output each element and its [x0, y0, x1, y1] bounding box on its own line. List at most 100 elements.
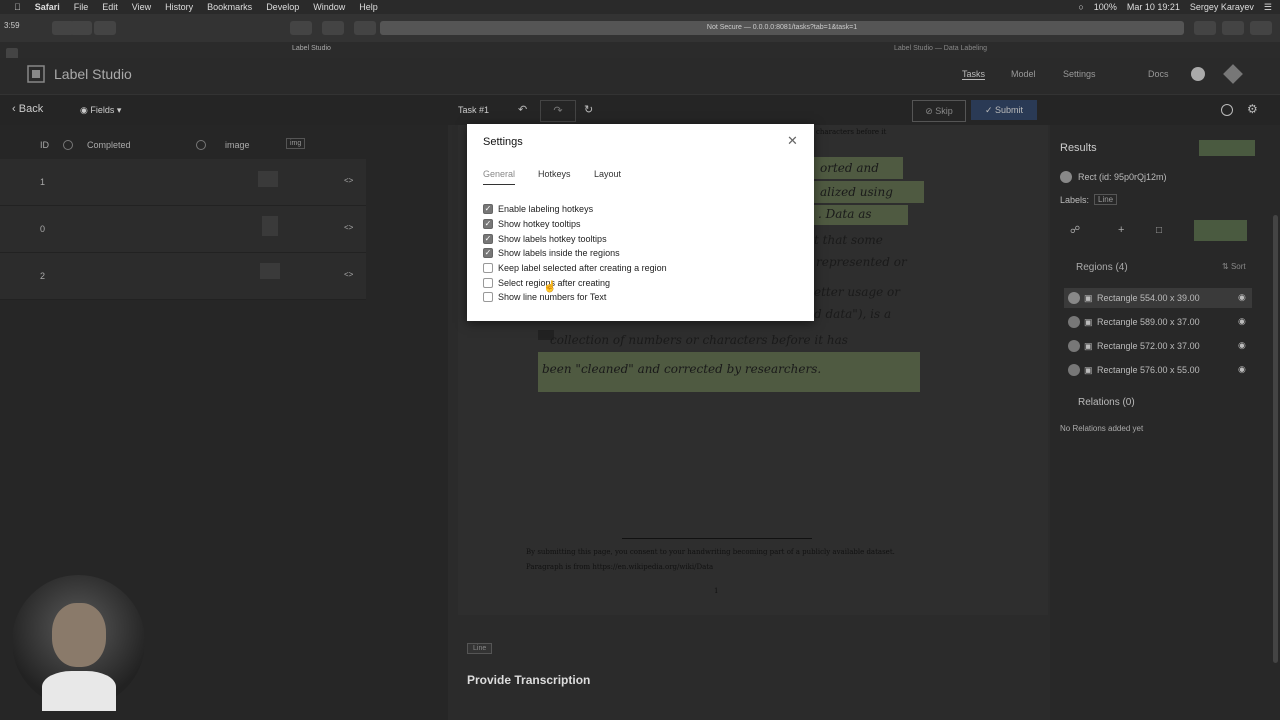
back-label: Back [18, 103, 44, 115]
nav-settings[interactable]: Settings [1063, 69, 1096, 79]
browser-tab-1[interactable]: Label Studio [292, 45, 331, 52]
gear-icon[interactable]: ⚙ [1247, 102, 1258, 116]
link-icon[interactable]: ☍ [1070, 225, 1080, 236]
battery-level[interactable]: 100% [1094, 2, 1117, 12]
option-label: Show hotkey tooltips [498, 219, 581, 229]
sort-button[interactable]: ⇅ Sort [1222, 262, 1246, 271]
eye-icon[interactable]: ◉ [1238, 364, 1246, 375]
label-tag[interactable]: Line [467, 643, 493, 654]
nav-docs[interactable]: Docs [1148, 69, 1169, 79]
delete-region-button[interactable] [1194, 220, 1247, 241]
redo-icon[interactable]: ↷ [540, 100, 576, 122]
download-button[interactable] [1194, 21, 1216, 35]
privacy-shield-button[interactable] [354, 21, 376, 35]
image-thumbnail [258, 171, 278, 187]
menu-edit[interactable]: Edit [102, 2, 118, 12]
tabs-button[interactable] [1250, 21, 1272, 35]
option-hotkey-tooltips[interactable]: ✓ Show hotkey tooltips [483, 219, 581, 229]
labels-label: Labels: [1060, 195, 1090, 205]
github-icon[interactable] [1191, 67, 1205, 81]
checkbox-checked[interactable]: ✓ [483, 219, 493, 229]
extension-button-2[interactable] [322, 21, 344, 35]
reset-icon[interactable]: ↻ [584, 103, 593, 116]
info-icon[interactable] [196, 140, 206, 150]
menu-app[interactable]: Safari [35, 2, 60, 12]
table-row[interactable]: 0 <> [0, 206, 366, 253]
sidebar-toggle-button[interactable] [94, 21, 116, 35]
checkbox-checked[interactable]: ✓ [483, 248, 493, 258]
region-item[interactable]: ▣ Rectangle 572.00 x 37.00 ◉ [1064, 336, 1252, 356]
scrollbar[interactable] [1273, 215, 1278, 663]
forward-nav-button[interactable] [70, 21, 92, 35]
menu-window[interactable]: Window [313, 2, 345, 12]
eye-icon[interactable]: ◉ [1238, 316, 1246, 327]
task-id: Task #1 [458, 105, 490, 115]
submit-button[interactable]: ✓ Submit [971, 100, 1037, 120]
close-icon[interactable]: ✕ [787, 133, 798, 149]
col-image[interactable]: image [225, 140, 250, 150]
menu-view[interactable]: View [132, 2, 151, 12]
menu-file[interactable]: File [74, 2, 89, 12]
checkbox-unchecked[interactable] [483, 263, 493, 273]
checkbox-checked[interactable]: ✓ [483, 204, 493, 214]
option-keep-label-selected[interactable]: Keep label selected after creating a reg… [483, 263, 667, 273]
apple-icon[interactable]:  [14, 2, 21, 12]
handwriting-line: . Data as [818, 207, 872, 221]
region-item[interactable]: ▣ Rectangle 554.00 x 39.00 ◉ [1064, 288, 1252, 308]
menu-bookmarks[interactable]: Bookmarks [207, 2, 252, 12]
handwriting-line: collection of numbers or characters befo… [550, 333, 848, 347]
menu-help[interactable]: Help [359, 2, 378, 12]
relations-title[interactable]: Relations (0) [1078, 397, 1135, 408]
wifi-icon[interactable]: ○ [1078, 2, 1083, 12]
region-item[interactable]: ▣ Rectangle 589.00 x 37.00 ◉ [1064, 312, 1252, 332]
col-completed[interactable]: Completed [87, 140, 131, 150]
option-enable-hotkeys[interactable]: ✓ Enable labeling hotkeys [483, 204, 593, 214]
extension-button[interactable] [290, 21, 312, 35]
expand-icon[interactable]: <> [344, 223, 353, 232]
clock[interactable]: Mar 10 19:21 [1127, 2, 1180, 12]
option-labels-hotkey-tooltips[interactable]: ✓ Show labels hotkey tooltips [483, 234, 607, 244]
region-item[interactable]: ▣ Rectangle 576.00 x 55.00 ◉ [1064, 360, 1252, 380]
labels-value[interactable]: Line [1094, 194, 1118, 205]
col-type-badge: img [286, 138, 306, 149]
option-labels-inside-regions[interactable]: ✓ Show labels inside the regions [483, 248, 620, 258]
user-name[interactable]: Sergey Karayev [1190, 2, 1254, 12]
table-row[interactable]: 1 <> [0, 159, 366, 206]
plus-icon[interactable]: + [1118, 224, 1124, 236]
tab-general[interactable]: General [483, 169, 516, 185]
checkbox-unchecked[interactable] [483, 292, 493, 302]
region-label: Rectangle 572.00 x 37.00 [1097, 341, 1200, 351]
regions-title[interactable]: Regions (4) [1076, 262, 1128, 273]
fields-button[interactable]: ◉ Fields ▾ [80, 105, 121, 116]
checkbox-unchecked[interactable] [483, 278, 493, 288]
option-line-numbers[interactable]: Show line numbers for Text [483, 292, 606, 302]
undo-icon[interactable]: ↶ [518, 103, 527, 116]
expand-icon[interactable]: <> [344, 270, 353, 279]
nav-model[interactable]: Model [1011, 69, 1036, 79]
expand-icon[interactable]: <> [344, 176, 353, 185]
back-button[interactable]: ‹ Back [12, 103, 43, 115]
results-action-button[interactable] [1199, 140, 1255, 156]
region-label: Rectangle 576.00 x 55.00 [1097, 365, 1200, 375]
handwriting-line: d data"), is a [814, 307, 892, 321]
relations-empty: No Relations added yet [1060, 424, 1144, 433]
region-number-badge [1068, 316, 1080, 328]
menu-develop[interactable]: Develop [266, 2, 299, 12]
nav-tasks[interactable]: Tasks [962, 69, 986, 80]
info-icon[interactable] [63, 140, 73, 150]
list-icon[interactable]: ☰ [1264, 2, 1272, 13]
info-icon[interactable] [1221, 104, 1233, 116]
checkbox-checked[interactable]: ✓ [483, 234, 493, 244]
tab-hotkeys[interactable]: Hotkeys [538, 169, 571, 179]
menu-history[interactable]: History [165, 2, 193, 12]
col-id[interactable]: ID [40, 140, 49, 150]
tab-layout[interactable]: Layout [594, 169, 621, 179]
table-row[interactable]: 2 <> [0, 253, 366, 300]
eye-icon[interactable]: ◉ [1238, 340, 1246, 351]
url-bar[interactable]: Not Secure — 0.0.0.0:8081/tasks?tab=1&ta… [380, 21, 1184, 35]
browser-tab-2[interactable]: Label Studio — Data Labeling [894, 45, 987, 52]
dashed-rect-icon[interactable]: □ [1156, 225, 1162, 236]
skip-button[interactable]: ⊘ Skip [912, 100, 966, 122]
share-button[interactable] [1222, 21, 1244, 35]
eye-icon[interactable]: ◉ [1238, 292, 1246, 303]
